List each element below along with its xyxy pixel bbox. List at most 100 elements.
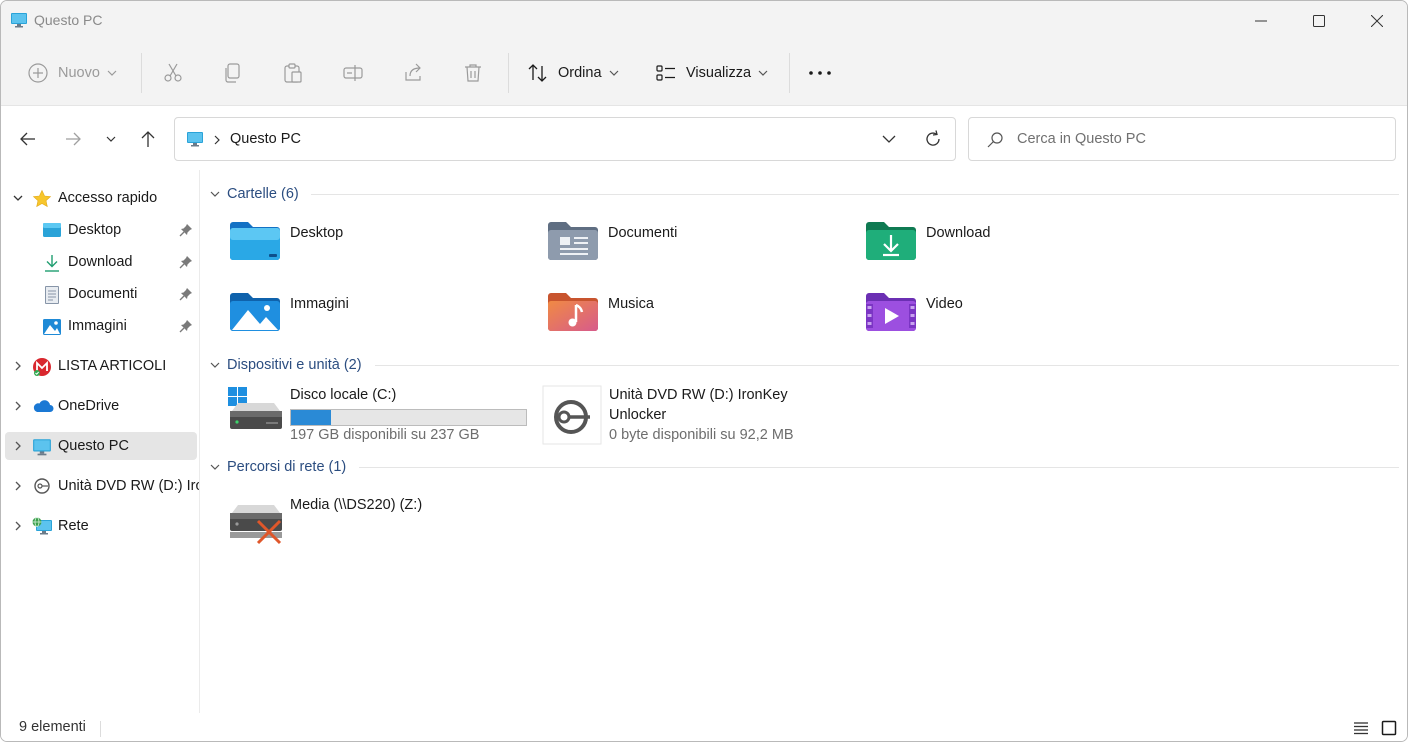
item-count: 9 elementi <box>19 719 86 735</box>
chevron-down-icon <box>758 70 768 76</box>
chevron-right-icon[interactable] <box>12 439 24 455</box>
pin-icon[interactable] <box>179 287 193 304</box>
pictures-icon <box>42 317 62 340</box>
chevron-right-icon[interactable] <box>12 399 24 415</box>
folder-label: Download <box>926 225 991 241</box>
sidebar-item-lista-articoli[interactable]: LISTA ARTICOLI <box>5 352 197 380</box>
document-icon <box>42 285 62 308</box>
more-dots-icon <box>809 71 831 75</box>
sidebar-item-label: OneDrive <box>58 398 120 414</box>
chevron-down-icon <box>107 70 117 76</box>
group-header-devices[interactable]: Dispositivi e unità (2) <box>209 355 362 375</box>
sidebar-item-desktop[interactable]: Desktop <box>5 216 197 244</box>
paste-button[interactable] <box>282 55 304 91</box>
sort-button[interactable]: Ordina <box>527 55 619 91</box>
share-icon <box>405 63 421 81</box>
drive-name: Media (\\DS220) (Z:) <box>290 497 423 513</box>
address-bar[interactable]: Questo PC <box>174 117 956 161</box>
folder-tile-music[interactable]: Musica <box>546 290 846 350</box>
drive-tile-c[interactable]: Disco locale (C:) 197 GB disponibili su … <box>228 385 528 445</box>
sidebar-item-documents[interactable]: Documenti <box>5 280 197 308</box>
address-history-button[interactable] <box>882 132 896 149</box>
sidebar-item-this-pc[interactable]: Questo PC <box>5 432 197 460</box>
refresh-icon <box>926 130 940 146</box>
desktop-folder-icon <box>228 219 282 266</box>
folder-label: Musica <box>608 296 654 312</box>
sidebar-item-pictures[interactable]: Immagini <box>5 312 197 340</box>
folder-tile-videos[interactable]: Video <box>864 290 1164 350</box>
drive-tile-d[interactable]: Unità DVD RW (D:) IronKey Unlocker 0 byt… <box>542 385 862 445</box>
copy-button[interactable] <box>222 55 244 91</box>
folder-tile-desktop[interactable]: Desktop <box>228 219 528 279</box>
sidebar-item-quick-access[interactable]: Accesso rapido <box>5 184 197 212</box>
view-button[interactable]: Visualizza <box>655 55 768 91</box>
download-icon <box>42 253 62 276</box>
cloud-icon <box>32 397 54 418</box>
share-button[interactable] <box>402 55 424 91</box>
details-view-button[interactable] <box>1351 718 1371 738</box>
chevron-right-icon[interactable] <box>12 359 24 375</box>
star-icon <box>32 189 52 212</box>
up-button[interactable] <box>135 126 161 152</box>
pin-icon[interactable] <box>179 255 193 272</box>
breadcrumb-location[interactable]: Questo PC <box>230 131 301 147</box>
forward-button[interactable] <box>60 126 86 152</box>
title-bar: Questo PC <box>1 1 1407 41</box>
more-options-button[interactable] <box>808 55 832 91</box>
minimize-button[interactable] <box>1232 1 1290 41</box>
group-header-folders[interactable]: Cartelle (6) <box>209 184 299 204</box>
pin-icon[interactable] <box>179 319 193 336</box>
folder-label: Documenti <box>608 225 678 241</box>
window-title: Questo PC <box>34 12 103 28</box>
videos-folder-icon <box>864 290 918 337</box>
recent-locations-button[interactable] <box>98 126 124 152</box>
clipboard-icon <box>284 63 302 83</box>
drive-usage-bar <box>290 409 527 426</box>
close-button[interactable] <box>1348 1 1406 41</box>
arrow-right-icon <box>66 132 81 146</box>
folder-tile-download[interactable]: Download <box>864 219 1164 279</box>
search-box[interactable] <box>968 117 1396 161</box>
toolbar-divider <box>508 53 509 93</box>
sidebar-item-download[interactable]: Download <box>5 248 197 276</box>
chevron-down-icon[interactable] <box>12 191 24 207</box>
group-title: Dispositivi e unità (2) <box>227 357 362 373</box>
search-input[interactable] <box>1017 128 1377 150</box>
folder-tile-pictures[interactable]: Immagini <box>228 290 528 350</box>
sidebar-item-label: Rete <box>58 518 89 534</box>
chevron-down-icon <box>106 136 116 142</box>
rename-button[interactable] <box>342 55 364 91</box>
sidebar-item-label: Desktop <box>68 222 122 238</box>
drive-name: Disco locale (C:) <box>290 387 397 403</box>
maximize-button[interactable] <box>1290 1 1348 41</box>
cut-button[interactable] <box>162 55 184 91</box>
refresh-button[interactable] <box>923 129 943 152</box>
chevron-right-icon[interactable] <box>12 519 24 535</box>
tiles-view-button[interactable] <box>1379 718 1399 738</box>
back-button[interactable] <box>15 126 41 152</box>
view-list-icon <box>656 65 675 81</box>
tiles-view-icon <box>1381 720 1397 736</box>
sidebar-item-dvd-drive[interactable]: Unità DVD RW (D:) IronKey Unlocker <box>5 472 199 500</box>
chevron-right-icon[interactable] <box>12 479 24 495</box>
maximize-icon <box>1313 15 1325 27</box>
sidebar-item-onedrive[interactable]: OneDrive <box>5 392 197 420</box>
folder-tile-documents[interactable]: Documenti <box>546 219 846 279</box>
group-header-network[interactable]: Percorsi di rete (1) <box>209 457 346 477</box>
delete-button[interactable] <box>462 55 484 91</box>
group-divider <box>359 467 1399 468</box>
chevron-down-icon <box>609 70 618 76</box>
new-button[interactable]: Nuovo <box>27 55 117 91</box>
sidebar-item-label: Unità DVD RW (D:) IronKey Unlocker <box>58 478 199 494</box>
chevron-down-icon <box>210 191 220 197</box>
group-title: Percorsi di rete (1) <box>227 459 347 475</box>
trash-icon <box>465 64 481 82</box>
sidebar-item-label: Questo PC <box>58 438 129 454</box>
downloads-folder-icon <box>864 219 918 266</box>
network-drive-tile-z[interactable]: Media (\\DS220) (Z:) <box>228 495 528 555</box>
search-icon <box>986 131 1004 152</box>
sidebar-item-network[interactable]: Rete <box>5 512 197 540</box>
pictures-folder-icon <box>228 290 282 337</box>
address-row: Questo PC <box>1 106 1407 170</box>
pin-icon[interactable] <box>179 223 193 240</box>
